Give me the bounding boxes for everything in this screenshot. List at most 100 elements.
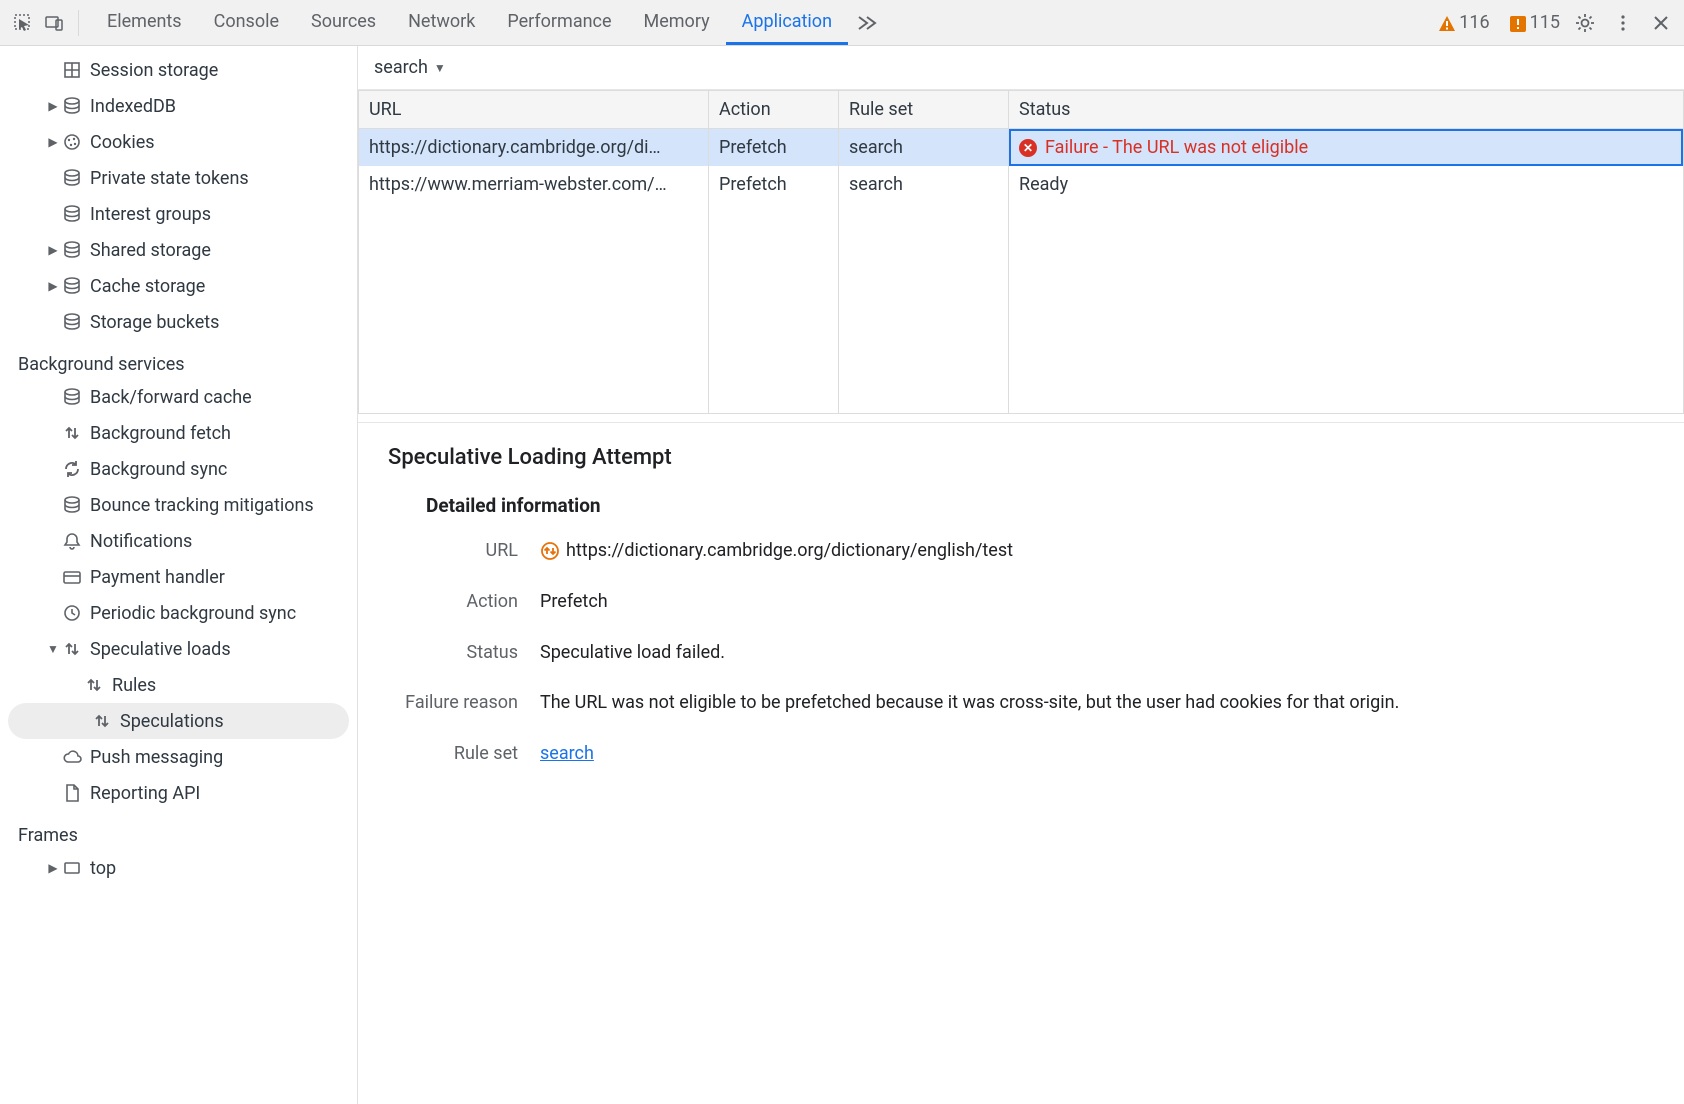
sidebar-item-speculations[interactable]: Speculations [8, 703, 349, 739]
db-icon [60, 240, 84, 260]
chevron-icon: ▶ [46, 861, 60, 875]
cloud-icon [60, 747, 84, 767]
sidebar-item-storage-buckets[interactable]: Storage buckets [0, 304, 357, 340]
db-icon [60, 204, 84, 224]
db-icon [60, 312, 84, 332]
frame-icon [60, 858, 84, 878]
tab-console[interactable]: Console [198, 0, 295, 45]
fetch-icon [540, 541, 560, 561]
section-frames: Frames [0, 811, 357, 850]
sidebar-item-rules[interactable]: Rules [0, 667, 357, 703]
detail-value: Prefetch [540, 588, 1654, 617]
sidebar-item-label: Interest groups [90, 204, 211, 225]
sidebar-item-label: Back/forward cache [90, 387, 252, 408]
col-status[interactable]: Status [1009, 91, 1683, 128]
sidebar-item-label: Payment handler [90, 567, 225, 588]
sidebar-item-label: Periodic background sync [90, 603, 296, 624]
table-empty-space [359, 203, 1683, 413]
warning-triangle-icon [1437, 14, 1455, 32]
tab-application[interactable]: Application [726, 0, 848, 45]
panel-tabs: ElementsConsoleSourcesNetworkPerformance… [91, 0, 848, 45]
tab-elements[interactable]: Elements [91, 0, 198, 45]
details-title: Speculative Loading Attempt [388, 445, 1654, 470]
details-panel: Speculative Loading Attempt Detailed inf… [358, 422, 1684, 813]
close-devtools-icon[interactable] [1648, 10, 1674, 36]
sidebar-item-session-storage[interactable]: Session storage [0, 52, 357, 88]
sidebar-item-indexeddb[interactable]: ▶IndexedDB [0, 88, 357, 124]
sidebar-item-background-fetch[interactable]: Background fetch [0, 415, 357, 451]
more-tabs-icon[interactable] [854, 10, 880, 36]
inspect-element-icon[interactable] [10, 10, 36, 36]
sidebar-item-label: Session storage [90, 60, 218, 81]
sidebar-item-label: Cache storage [90, 276, 205, 297]
updown-icon [90, 711, 114, 731]
settings-gear-icon[interactable] [1572, 10, 1598, 36]
issues-count: 115 [1530, 12, 1560, 33]
table-row[interactable]: https://www.merriam-webster.com/…Prefetc… [359, 166, 1683, 203]
sidebar-item-shared-storage[interactable]: ▶Shared storage [0, 232, 357, 268]
issue-square-icon [1508, 14, 1526, 32]
chevron-icon: ▼ [46, 642, 60, 656]
device-toolbar-icon[interactable] [42, 10, 68, 36]
bell-icon [60, 531, 84, 551]
cell: Prefetch [709, 129, 839, 166]
updown-icon [60, 423, 84, 443]
application-sidebar: Session storage▶IndexedDB▶CookiesPrivate… [0, 46, 358, 1104]
sidebar-item-notifications[interactable]: Notifications [0, 523, 357, 559]
file-icon [60, 783, 84, 803]
clock-icon [60, 603, 84, 623]
tab-sources[interactable]: Sources [295, 0, 392, 45]
sidebar-item-top[interactable]: ▶ top [0, 850, 357, 886]
kebab-menu-icon[interactable] [1610, 10, 1636, 36]
sidebar-item-label: Speculations [120, 711, 224, 732]
sidebar-item-label: Notifications [90, 531, 192, 552]
table-row[interactable]: https://dictionary.cambridge.org/di…Pref… [359, 129, 1683, 166]
col-rule-set[interactable]: Rule set [839, 91, 1009, 128]
detail-label: URL [388, 537, 518, 566]
separator [78, 10, 79, 36]
cell-status: Ready [1009, 166, 1683, 203]
sidebar-item-bounce-tracking-mitigations[interactable]: Bounce tracking mitigations [0, 487, 357, 523]
table-header: URLActionRule setStatus [359, 91, 1683, 129]
sidebar-item-periodic-background-sync[interactable]: Periodic background sync [0, 595, 357, 631]
filter-label: search [374, 57, 428, 78]
sidebar-item-push-messaging[interactable]: Push messaging [0, 739, 357, 775]
issues-counter[interactable]: 115 [1502, 12, 1566, 33]
tab-memory[interactable]: Memory [628, 0, 726, 45]
sidebar-item-label: Cookies [90, 132, 155, 153]
detail-value[interactable]: search [540, 740, 1654, 769]
sidebar-item-payment-handler[interactable]: Payment handler [0, 559, 357, 595]
col-action[interactable]: Action [709, 91, 839, 128]
sidebar-item-back-forward-cache[interactable]: Back/forward cache [0, 379, 357, 415]
sidebar-item-cache-storage[interactable]: ▶Cache storage [0, 268, 357, 304]
detail-label: Rule set [388, 740, 518, 769]
sidebar-item-background-sync[interactable]: Background sync [0, 451, 357, 487]
sidebar-item-label: Shared storage [90, 240, 211, 261]
sidebar-item-label: Bounce tracking mitigations [90, 495, 314, 516]
cookie-icon [60, 132, 84, 152]
tab-network[interactable]: Network [392, 0, 491, 45]
status-text: Failure - The URL was not eligible [1045, 137, 1308, 158]
detail-value: Speculative load failed. [540, 639, 1654, 668]
detail-value: The URL was not eligible to be prefetche… [540, 689, 1654, 718]
sidebar-item-interest-groups[interactable]: Interest groups [0, 196, 357, 232]
tab-performance[interactable]: Performance [491, 0, 627, 45]
sidebar-item-reporting-api[interactable]: Reporting API [0, 775, 357, 811]
db-icon [60, 495, 84, 515]
ruleset-filter-dropdown[interactable]: search ▼ [374, 57, 446, 78]
sidebar-item-label: Storage buckets [90, 312, 219, 333]
sidebar-item-private-state-tokens[interactable]: Private state tokens [0, 160, 357, 196]
detail-label: Status [388, 639, 518, 668]
sidebar-item-label: IndexedDB [90, 96, 176, 117]
sidebar-item-label: top [90, 858, 116, 879]
devtools-toolbar: ElementsConsoleSourcesNetworkPerformance… [0, 0, 1684, 46]
detail-row-failure-reason: Failure reasonThe URL was not eligible t… [388, 689, 1654, 718]
speculations-table: URLActionRule setStatus https://dictiona… [358, 90, 1684, 414]
sidebar-item-cookies[interactable]: ▶Cookies [0, 124, 357, 160]
warnings-counter[interactable]: 116 [1431, 12, 1495, 33]
sidebar-item-label: Rules [112, 675, 156, 696]
col-url[interactable]: URL [359, 91, 709, 128]
sidebar-item-speculative-loads[interactable]: ▼Speculative loads [0, 631, 357, 667]
sidebar-item-label: Reporting API [90, 783, 200, 804]
content-pane: search ▼ URLActionRule setStatus https:/… [358, 46, 1684, 1104]
